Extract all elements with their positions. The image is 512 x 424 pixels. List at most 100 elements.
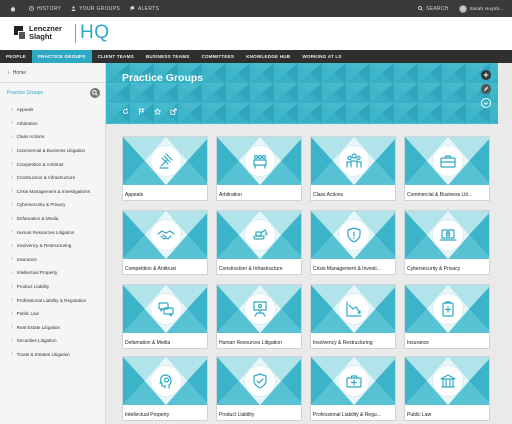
flag-icon[interactable] xyxy=(137,107,145,115)
chevron-right-icon: › xyxy=(11,310,13,317)
nav-item-client-teams[interactable]: CLIENT TEAMS xyxy=(92,50,140,63)
chevron-right-icon: › xyxy=(11,133,13,140)
chevron-right-icon: › xyxy=(11,297,13,304)
sidebar-item[interactable]: › Insolvency & Restructuring xyxy=(0,239,105,253)
gavel-icon xyxy=(159,153,173,169)
sidebar-item[interactable]: › Real Estate Litigation xyxy=(0,321,105,335)
sidebar-item[interactable]: › Appeals xyxy=(0,103,105,117)
practice-group-tile[interactable]: Insolvency & Restructuring xyxy=(310,284,396,349)
sidebar-item-label: Real Estate Litigation xyxy=(16,324,61,330)
sidebar-title[interactable]: Practice Groups xyxy=(0,83,105,103)
sidebar-search-button[interactable] xyxy=(90,88,100,98)
tile-label: Commercial & Business Liti... xyxy=(407,192,473,198)
nav-item-practice-groups[interactable]: PRACTICE GROUPS xyxy=(31,50,92,63)
practice-group-tile[interactable]: Public Law xyxy=(404,356,490,421)
practice-group-tile[interactable]: Appeals xyxy=(122,136,208,201)
practice-group-tile[interactable]: Construction & Infrastructure xyxy=(216,210,302,275)
sidebar-item[interactable]: › Human Resources Litigation xyxy=(0,225,105,239)
tile-label: Arbitration xyxy=(219,192,242,198)
chevron-right-icon: › xyxy=(11,106,13,113)
avatar[interactable] xyxy=(458,4,467,13)
home-link[interactable] xyxy=(10,6,19,12)
sidebar-item[interactable]: › Cybersecurity & Privacy xyxy=(0,198,105,212)
tile-label: Cybersecurity & Privacy xyxy=(407,266,461,272)
nav-item-working-at-ls[interactable]: WORKING AT LS xyxy=(296,50,347,63)
edit-button[interactable] xyxy=(481,84,491,94)
practice-group-tile[interactable]: Product Liability xyxy=(216,356,302,421)
sidebar-home-link[interactable]: › Home xyxy=(0,63,105,83)
chevron-right-icon: › xyxy=(11,229,13,236)
practice-group-tile[interactable]: Human Resources Litigation xyxy=(216,284,302,349)
declining-chart-icon xyxy=(346,301,362,317)
practice-group-tile[interactable]: Cybersecurity & Privacy xyxy=(404,210,490,275)
sidebar-item[interactable]: › Public Law xyxy=(0,307,105,321)
sidebar-item-label: Insurance xyxy=(16,256,37,262)
government-building-icon xyxy=(440,374,456,388)
sidebar-item[interactable]: › Construction & Infrastructure xyxy=(0,171,105,185)
practice-group-tile[interactable]: Competition & Antitrust xyxy=(122,210,208,275)
hq-logo[interactable]: HQ xyxy=(80,22,110,44)
add-button[interactable] xyxy=(481,70,491,80)
search-link[interactable]: SEARCH xyxy=(418,6,449,12)
sidebar-item-label: Crisis Management & Investigations xyxy=(16,188,90,194)
sidebar-item-label: Competition & Antitrust xyxy=(16,161,64,167)
sidebar-item-label: Public Law xyxy=(16,311,39,317)
your-groups-link[interactable]: YOUR GROUPS xyxy=(71,6,120,12)
practice-group-tile[interactable]: Intellectual Property xyxy=(122,356,208,421)
nav-item-knowledge-hub[interactable]: KNOWLEDGE HUB xyxy=(240,50,296,63)
sidebar-item[interactable]: › Crisis Management & Investigations xyxy=(0,185,105,199)
sidebar-item[interactable]: › Competition & Antitrust xyxy=(0,157,105,171)
alerts-link[interactable]: ALERTS xyxy=(130,6,159,12)
logo-divider xyxy=(75,24,76,43)
sidebar-item[interactable]: › Intellectual Property xyxy=(0,266,105,280)
plus-icon xyxy=(483,72,489,78)
logo-mark[interactable] xyxy=(14,26,26,41)
practice-group-tile[interactable]: Commercial & Business Liti... xyxy=(404,136,490,201)
practice-group-tile[interactable]: Insurance xyxy=(404,284,490,349)
info-button[interactable] xyxy=(481,98,491,108)
meeting-table-icon xyxy=(253,154,267,169)
medical-clipboard-icon xyxy=(442,301,454,317)
nav-item-business-teams[interactable]: BUSINESS TEAMS xyxy=(140,50,196,63)
sidebar-item[interactable]: › Arbitration xyxy=(0,117,105,131)
practice-group-tile[interactable]: Class Actions xyxy=(310,136,396,201)
tile-label: Defamation & Media xyxy=(125,340,171,346)
refresh-icon[interactable] xyxy=(121,107,129,115)
sidebar-item[interactable]: › Product Liability xyxy=(0,280,105,294)
chevron-right-icon: › xyxy=(11,161,13,168)
sidebar-item[interactable]: › Insurance xyxy=(0,253,105,267)
banner-actions xyxy=(121,107,185,115)
sidebar-item[interactable]: › Class Actions xyxy=(0,130,105,144)
sidebar-item[interactable]: › Professional Liability & Regulation xyxy=(0,293,105,307)
practice-group-tile[interactable]: Professional Liability & Regu... xyxy=(310,356,396,421)
practice-group-tile[interactable]: Defamation & Media xyxy=(122,284,208,349)
sidebar-item-label: Intellectual Property xyxy=(16,270,58,276)
user-name[interactable]: Sarah Huynh... xyxy=(470,6,504,11)
chevron-right-icon: › xyxy=(11,351,13,358)
sidebar: › Home Practice Groups › Appeals › Arbitrat… xyxy=(0,63,106,424)
sidebar-item[interactable]: › Commercial & Business Litigation xyxy=(0,144,105,158)
nav-item-people[interactable]: PEOPLE xyxy=(0,50,32,63)
chevron-right-icon: › xyxy=(11,201,13,208)
right-rail xyxy=(481,70,495,112)
sidebar-item[interactable]: › Trusts & Estates Litigation xyxy=(0,348,105,362)
star-icon[interactable] xyxy=(153,107,161,115)
page-banner: Practice Groups xyxy=(106,63,498,124)
practice-group-tile[interactable]: Crisis Management & Investi... xyxy=(310,210,396,275)
tile-label: Professional Liability & Regu... xyxy=(313,412,381,418)
search-icon xyxy=(92,90,98,96)
main-nav: PEOPLE PRACTICE GROUPS CLIENT TEAMS BUSINES… xyxy=(0,50,512,63)
share-icon[interactable] xyxy=(169,107,177,115)
history-link[interactable]: HISTORY xyxy=(29,6,61,12)
sidebar-item-label: Defamation & Media xyxy=(16,216,59,222)
sidebar-item-label: Trusts & Estates Litigation xyxy=(16,351,70,357)
logo-text[interactable]: Lenczner Slaght xyxy=(29,25,62,41)
pencil-icon xyxy=(484,86,489,91)
shield-check-icon xyxy=(253,373,267,389)
sidebar-item-label: Product Liability xyxy=(16,284,50,290)
nav-item-committees[interactable]: COMMITTEES xyxy=(196,50,241,63)
sidebar-item[interactable]: › Securities Litigation xyxy=(0,334,105,348)
chevron-right-icon: › xyxy=(11,215,13,222)
sidebar-item[interactable]: › Defamation & Media xyxy=(0,212,105,226)
practice-group-tile[interactable]: Arbitration xyxy=(216,136,302,201)
